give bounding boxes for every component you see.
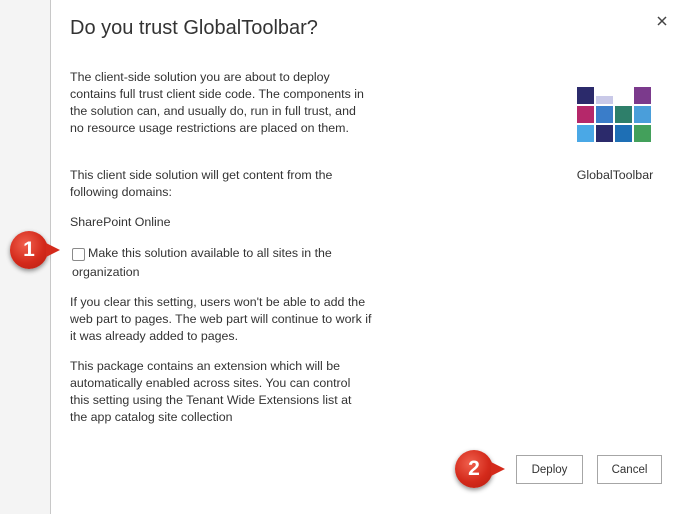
- checkbox-label[interactable]: Make this solution available to all site…: [72, 244, 362, 282]
- tenant-wide-checkbox[interactable]: [72, 248, 85, 261]
- logo-tile: [577, 125, 594, 142]
- close-icon: [657, 16, 667, 26]
- app-name: GlobalToolbar: [576, 168, 654, 182]
- cancel-button[interactable]: Cancel: [597, 455, 662, 484]
- logo-tile: [596, 106, 613, 123]
- annotation-marker-1: 1: [10, 231, 60, 269]
- app-logo: [577, 87, 651, 142]
- trust-dialog: Do you trust GlobalToolbar? The client-s…: [51, 0, 683, 514]
- annotation-marker-2: 2: [455, 450, 505, 488]
- logo-tile: [596, 125, 613, 142]
- deploy-button[interactable]: Deploy: [516, 455, 583, 484]
- logo-tile: [577, 87, 594, 104]
- logo-tile: [634, 125, 651, 142]
- clear-setting-description: If you clear this setting, users won't b…: [70, 295, 372, 343]
- dialog-title: Do you trust GlobalToolbar?: [70, 17, 318, 39]
- logo-tile: [634, 87, 651, 104]
- logo-tile: [577, 106, 594, 123]
- close-button[interactable]: [653, 12, 671, 30]
- domain-name: SharePoint Online: [70, 215, 171, 229]
- trust-description: The client-side solution you are about t…: [70, 70, 364, 135]
- extension-description: This package contains an extension which…: [70, 359, 352, 424]
- logo-tile: [615, 106, 632, 123]
- domains-description: This client side solution will get conte…: [70, 168, 333, 199]
- logo-tile: [634, 106, 651, 123]
- tenant-wide-checkbox-row[interactable]: Make this solution available to all site…: [72, 244, 362, 282]
- logo-tile: [615, 125, 632, 142]
- logo-tile: [596, 96, 613, 104]
